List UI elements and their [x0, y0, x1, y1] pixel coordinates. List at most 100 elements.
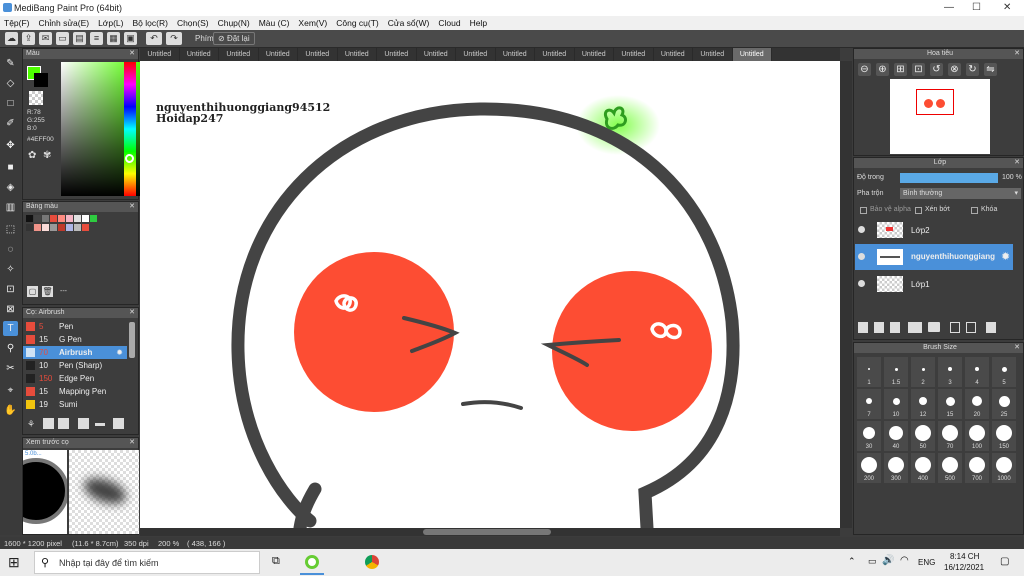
- brush-size-cell[interactable]: 70: [938, 421, 962, 451]
- layer-row[interactable]: Lớp2: [855, 217, 1013, 243]
- lasso-tool-icon[interactable]: ◌: [3, 242, 18, 257]
- clipping-checkbox[interactable]: [915, 207, 922, 214]
- brush-copy-icon[interactable]: [58, 418, 69, 429]
- magic-wand-icon[interactable]: ✧: [3, 262, 18, 277]
- menu-layer[interactable]: Lớp(L): [98, 18, 123, 28]
- brush-size-cell[interactable]: 5: [992, 357, 1016, 387]
- palette-delete-icon[interactable]: 🗑: [42, 286, 53, 297]
- tab[interactable]: Untitled: [298, 48, 338, 61]
- brush-size-cell[interactable]: 700: [965, 453, 989, 483]
- brush-size-cell[interactable]: 1: [857, 357, 881, 387]
- gear-icon[interactable]: ✹: [1001, 250, 1010, 263]
- brush-new-icon[interactable]: [43, 418, 54, 429]
- canvas-v-scrollbar[interactable]: [840, 61, 852, 528]
- visibility-icon[interactable]: [858, 226, 865, 233]
- brush-size-cell[interactable]: 30: [857, 421, 881, 451]
- lock-checkbox[interactable]: [971, 207, 978, 214]
- gear-icon[interactable]: ✹: [116, 348, 123, 357]
- move-tool-icon[interactable]: ✥: [3, 138, 18, 153]
- close-icon[interactable]: ✕: [129, 308, 135, 318]
- tab[interactable]: Untitled: [140, 48, 180, 61]
- brush-size-cell[interactable]: 1000: [992, 453, 1016, 483]
- cloud-icon[interactable]: ☁: [5, 32, 18, 45]
- close-icon[interactable]: ✕: [1014, 49, 1020, 59]
- brush-size-cell[interactable]: 200: [857, 453, 881, 483]
- menu-snap[interactable]: Chụp(N): [218, 18, 250, 28]
- rotate-left-icon[interactable]: ↺: [930, 63, 943, 76]
- hue-handle[interactable]: [125, 154, 134, 163]
- palette-swatch[interactable]: [58, 224, 65, 231]
- palette-swatch[interactable]: [58, 215, 65, 222]
- brush-item[interactable]: 5 Pen: [23, 320, 127, 333]
- palette-swatch[interactable]: [50, 224, 57, 231]
- palette-swatch[interactable]: [82, 224, 89, 231]
- brush-size-cell[interactable]: 3: [938, 357, 962, 387]
- fit-icon[interactable]: ⊞: [894, 63, 907, 76]
- brush-size-cell[interactable]: 40: [884, 421, 908, 451]
- chat-icon[interactable]: ▭: [56, 32, 69, 45]
- palette-swatch[interactable]: [82, 215, 89, 222]
- bucket-tool-icon[interactable]: ◈: [3, 180, 18, 195]
- reset-view-icon[interactable]: ⊗: [948, 63, 961, 76]
- menu-select[interactable]: Chọn(S): [177, 18, 209, 28]
- chrome-taskbar-icon[interactable]: [365, 555, 379, 569]
- visibility-icon[interactable]: [858, 253, 865, 260]
- menu-edit[interactable]: Chỉnh sửa(E): [39, 18, 90, 28]
- close-icon[interactable]: ✕: [1014, 158, 1020, 168]
- menu-help[interactable]: Help: [470, 18, 487, 28]
- brush-settings-icon[interactable]: [78, 418, 89, 429]
- close-icon[interactable]: ✕: [129, 202, 135, 212]
- notification-icon[interactable]: ▢: [1000, 556, 1009, 567]
- eyedropper-icon[interactable]: ⌖: [3, 383, 18, 398]
- menu-filter[interactable]: Bộ lọc(R): [133, 18, 168, 28]
- tab[interactable]: Untitled: [180, 48, 219, 61]
- task-view-icon[interactable]: ⧉: [272, 555, 280, 568]
- blend-mode-select[interactable]: Bình thường ▾: [900, 188, 1021, 199]
- tab[interactable]: Untitled: [654, 48, 693, 61]
- menu-file[interactable]: Tệp(F): [4, 18, 30, 28]
- tab[interactable]: Untitled: [417, 48, 456, 61]
- windows-start-icon[interactable]: ⊞: [8, 554, 20, 571]
- taskbar-search-box[interactable]: ⚲ Nhập tại đây để tìm kiếm: [34, 551, 260, 574]
- close-icon[interactable]: ✕: [1014, 343, 1020, 353]
- new-layer-icon[interactable]: [858, 322, 868, 333]
- menu-tools[interactable]: Công cụ(T): [336, 18, 379, 28]
- undo-icon[interactable]: ↶: [146, 32, 162, 45]
- close-icon[interactable]: ✕: [129, 49, 135, 59]
- brush-item[interactable]: 10 Pen (Sharp): [23, 359, 127, 372]
- palette-add-icon[interactable]: ▢: [27, 286, 38, 297]
- palette-swatch[interactable]: [66, 224, 73, 231]
- background-color-swatch[interactable]: [34, 73, 48, 87]
- zoom-in-icon[interactable]: ⊕: [876, 63, 889, 76]
- brush-size-cell[interactable]: 2: [911, 357, 935, 387]
- palette-swatch[interactable]: [74, 224, 81, 231]
- canvas-h-scrollbar[interactable]: [140, 528, 840, 536]
- list-icon[interactable]: ≡: [90, 32, 103, 45]
- drawing-canvas[interactable]: nguyenthihuonggiang94512 Hoidap247: [140, 61, 840, 528]
- fill-rect-tool-icon[interactable]: ■: [3, 160, 18, 175]
- menu-view[interactable]: Xem(V): [298, 18, 327, 28]
- brush-size-cell[interactable]: 7: [857, 389, 881, 419]
- tab[interactable]: Untitled: [614, 48, 654, 61]
- wifi-icon[interactable]: ◠: [900, 555, 909, 566]
- layer-row-selected[interactable]: nguyenthihuonggiang ✹: [855, 244, 1013, 270]
- zoom-out-icon[interactable]: ⊖: [858, 63, 871, 76]
- layer-row[interactable]: Lớp1: [855, 271, 1013, 297]
- select-tool-icon[interactable]: ⬚: [3, 222, 18, 237]
- opacity-slider[interactable]: [900, 173, 998, 183]
- tab[interactable]: Untitled: [219, 48, 259, 61]
- brush-size-cell[interactable]: 25: [992, 389, 1016, 419]
- palette-swatch[interactable]: [26, 215, 33, 222]
- palette-swatch[interactable]: [42, 215, 49, 222]
- brush-item-selected[interactable]: 70 Airbrush ✹: [23, 346, 127, 359]
- h-scroll-thumb[interactable]: [423, 529, 551, 535]
- color-wheel-icon[interactable]: ✿: [28, 150, 36, 161]
- brush-size-cell[interactable]: 1.5: [884, 357, 908, 387]
- actual-size-icon[interactable]: ⊡: [912, 63, 925, 76]
- gradient-tool-icon[interactable]: ▥: [3, 200, 18, 215]
- divide-tool-icon[interactable]: ✂: [3, 361, 18, 376]
- tab[interactable]: Untitled: [377, 48, 417, 61]
- transparent-swatch[interactable]: [29, 91, 43, 105]
- brush-size-cell[interactable]: 500: [938, 453, 962, 483]
- tab[interactable]: Untitled: [496, 48, 535, 61]
